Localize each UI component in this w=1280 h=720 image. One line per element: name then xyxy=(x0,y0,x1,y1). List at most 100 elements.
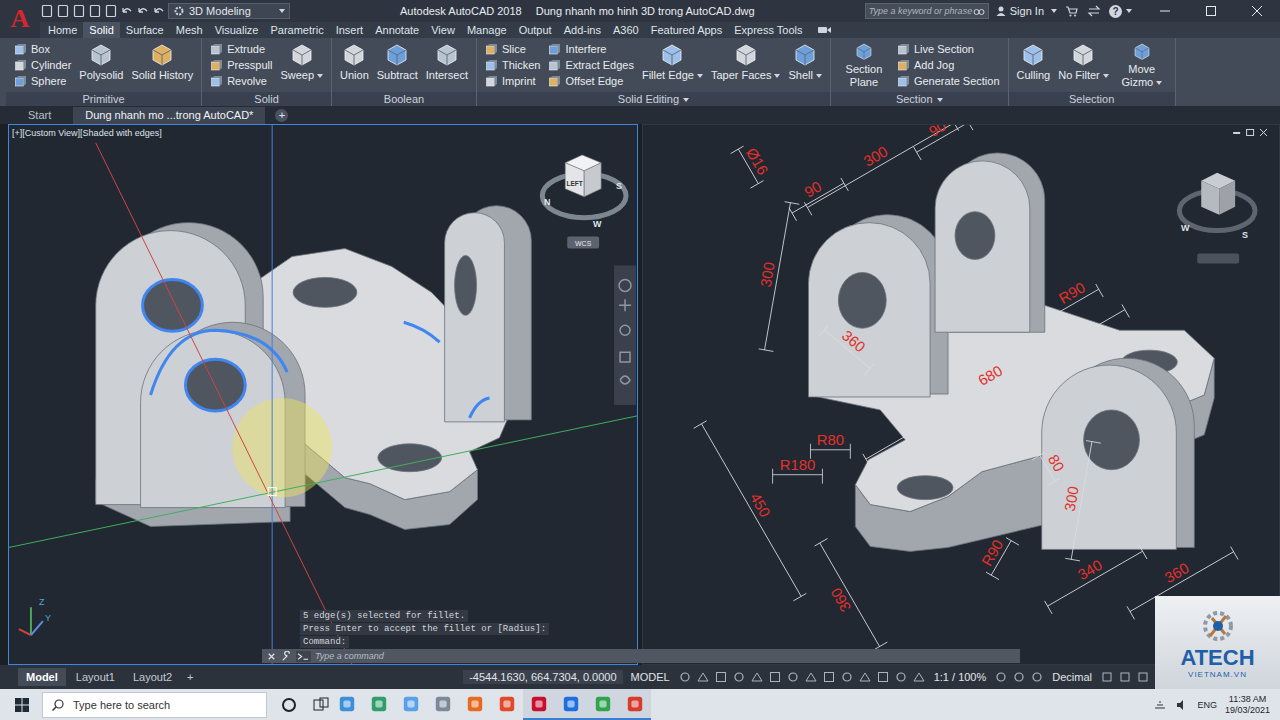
taskbar-app[interactable] xyxy=(331,689,363,720)
ribbon-tool[interactable]: No Filter xyxy=(1058,41,1109,89)
dimension-label[interactable]: 90 xyxy=(801,177,824,200)
dimension-label[interactable]: 450 xyxy=(747,490,774,520)
ribbon-tool[interactable]: Sweep xyxy=(280,41,323,89)
close-icon[interactable] xyxy=(266,651,277,662)
ribbon-tool[interactable]: Solid History xyxy=(131,41,193,89)
cortana-icon[interactable] xyxy=(279,695,299,715)
panel-title[interactable]: Section xyxy=(831,92,1008,106)
dimension-label[interactable]: R80 xyxy=(817,431,844,448)
new-layout-button[interactable]: + xyxy=(182,670,198,684)
ribbon-tool[interactable]: Interfere xyxy=(548,41,633,57)
maximize-icon[interactable] xyxy=(1188,0,1234,22)
taskbar-app[interactable] xyxy=(395,689,427,720)
clock[interactable]: 11:38 AM19/03/2021 xyxy=(1225,694,1270,716)
panel-title[interactable]: Solid xyxy=(202,92,331,106)
ribbon-tool[interactable]: Offset Edge xyxy=(548,73,633,89)
ribbon-tool[interactable]: Slice xyxy=(485,41,541,57)
ribbon-tab[interactable]: A360 xyxy=(607,22,645,38)
selected-fillet-edges[interactable] xyxy=(143,279,490,417)
left-viewport[interactable]: ZYLEFTNSWWCS[+][Custom View][Shaded with… xyxy=(8,124,638,665)
ribbon-tab[interactable]: Add-ins xyxy=(558,22,607,38)
model-space-button[interactable]: MODEL xyxy=(627,671,674,683)
ribbon-tab[interactable]: Parametric xyxy=(264,22,329,38)
panel-title[interactable]: Primitive xyxy=(6,92,201,106)
ribbon-tool[interactable]: Extrude xyxy=(210,41,272,57)
status-toggle-icon[interactable] xyxy=(678,670,692,684)
ribbon-tab[interactable]: View xyxy=(425,22,461,38)
dimension-label[interactable]: Ø16 xyxy=(743,145,772,178)
status-toggle-icon[interactable] xyxy=(894,670,908,684)
ribbon-tab[interactable]: Insert xyxy=(330,22,370,38)
taskbar-app[interactable] xyxy=(427,689,459,720)
ribbon-tool[interactable]: Add Jog xyxy=(897,57,1000,73)
viewport-controls[interactable] xyxy=(1233,129,1267,136)
status-toggle-icon[interactable] xyxy=(1100,670,1114,684)
quick-access-icon[interactable] xyxy=(136,4,150,18)
quick-access-icon[interactable] xyxy=(40,4,54,18)
status-toggle-icon[interactable] xyxy=(1118,670,1132,684)
panel-title[interactable]: Boolean xyxy=(332,92,476,106)
ribbon-tool[interactable]: Move Gizmo xyxy=(1117,41,1167,89)
ribbon-tool[interactable]: Union xyxy=(340,41,369,89)
workspace-dropdown[interactable]: 3D Modeling xyxy=(168,3,290,19)
taskbar-app[interactable] xyxy=(363,689,395,720)
sign-in-button[interactable]: Sign In xyxy=(995,5,1057,17)
file-tab[interactable]: Start xyxy=(16,107,63,124)
status-toggle-icon[interactable] xyxy=(1136,670,1150,684)
volume-icon[interactable] xyxy=(1175,698,1189,712)
navigation-bar[interactable] xyxy=(614,265,636,404)
ribbon-tab[interactable]: Surface xyxy=(120,22,170,38)
ribbon-tool[interactable]: Intersect xyxy=(426,41,468,89)
ribbon-tool[interactable]: Extract Edges xyxy=(548,57,633,73)
status-toggle-icon[interactable] xyxy=(994,670,1008,684)
status-toggle-icon[interactable] xyxy=(876,670,890,684)
ribbon-tool[interactable]: Revolve xyxy=(210,73,272,89)
ribbon-tab[interactable]: Output xyxy=(513,22,558,38)
command-input[interactable]: Type a command xyxy=(262,649,1020,663)
dimensioned-model-view[interactable]: Ø169030090300360R90680R80R18045036080300… xyxy=(643,125,1279,664)
status-toggle-icon[interactable] xyxy=(912,670,926,684)
status-toggle-icon[interactable] xyxy=(1012,670,1026,684)
taskbar-app[interactable] xyxy=(491,689,523,720)
status-toggle-icon[interactable] xyxy=(732,670,746,684)
dimension-label[interactable]: 680 xyxy=(975,362,1005,389)
file-tab[interactable]: Dung nhanh mo ...trong AutoCAD* xyxy=(73,107,265,124)
ribbon-tool[interactable]: Cylinder xyxy=(14,57,71,73)
ribbon-tab[interactable]: Manage xyxy=(461,22,513,38)
units-button[interactable]: Decimal xyxy=(1048,671,1096,683)
help-button[interactable]: ? xyxy=(1109,5,1132,18)
windows-icon[interactable] xyxy=(14,697,30,713)
network-icon[interactable] xyxy=(1153,698,1167,712)
new-tab-button[interactable]: + xyxy=(275,109,288,122)
panel-title[interactable]: Selection xyxy=(1009,92,1175,106)
viewcube[interactable]: LEFTNSWWCS xyxy=(542,155,626,249)
right-viewport[interactable]: Ø169030090300360R90680R80R18045036080300… xyxy=(642,124,1280,665)
taskbar-app[interactable] xyxy=(555,689,587,720)
ribbon-tab[interactable]: Featured Apps xyxy=(645,22,729,38)
ribbon-tab[interactable]: Visualize xyxy=(209,22,265,38)
ribbon-tool[interactable]: Live Section xyxy=(897,41,1000,57)
dimension-label[interactable]: R90 xyxy=(1056,278,1088,306)
status-toggle-icon[interactable] xyxy=(1030,670,1044,684)
ribbon-tool[interactable]: Presspull xyxy=(210,57,272,73)
viewport-label[interactable]: [+][Custom View][Shaded with edges] xyxy=(12,128,162,138)
status-toggle-icon[interactable] xyxy=(840,670,854,684)
dimension-label[interactable]: 340 xyxy=(1075,556,1105,583)
video-icon[interactable] xyxy=(817,25,833,35)
dimension-label[interactable]: 360 xyxy=(839,326,869,355)
ribbon-tool[interactable]: Subtract xyxy=(377,41,418,89)
dimension-label[interactable]: 90 xyxy=(926,125,949,140)
quick-access-icon[interactable] xyxy=(120,4,134,18)
quick-access-icon[interactable] xyxy=(104,4,118,18)
ribbon-tool[interactable]: Polysolid xyxy=(79,41,123,89)
dimension-label[interactable]: 360 xyxy=(827,585,854,615)
ribbon-tool[interactable]: Sphere xyxy=(14,73,71,89)
shaded-model-view[interactable]: ZYLEFTNSWWCS xyxy=(9,125,637,664)
coordinates-readout[interactable]: -4544.1630, 664.7304, 0.0000 xyxy=(463,670,622,684)
bracket-model[interactable] xyxy=(808,153,1214,552)
quick-access-icon[interactable] xyxy=(152,4,166,18)
layout-tab[interactable]: Model xyxy=(18,668,66,686)
status-toggle-icon[interactable] xyxy=(714,670,728,684)
viewcube[interactable]: WS xyxy=(1179,173,1255,264)
ribbon-tab[interactable]: Solid xyxy=(83,22,119,38)
